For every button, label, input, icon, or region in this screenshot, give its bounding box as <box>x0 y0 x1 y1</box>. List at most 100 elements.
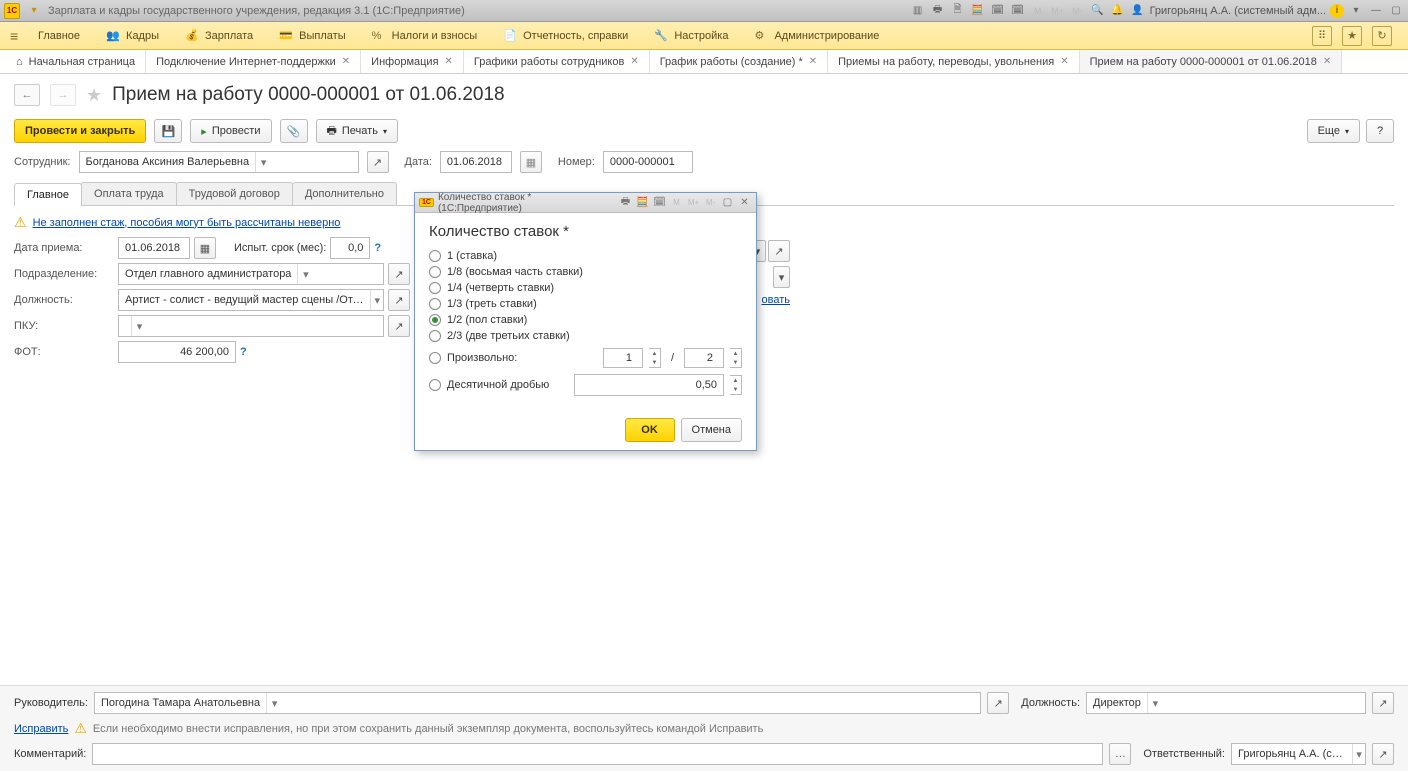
rate-option-decimal[interactable]: Десятичной дробью 0,50 ▲▼ <box>429 374 742 396</box>
comment-expand-button[interactable]: … <box>1109 743 1131 765</box>
modal-tool-mplus[interactable]: M+ <box>686 195 701 210</box>
toolbar-icon-4[interactable]: 🧮 <box>970 3 986 19</box>
memory-m[interactable]: M <box>1030 3 1046 19</box>
chevron-down-icon[interactable]: ▾ <box>297 264 313 284</box>
rate-option-1-4[interactable]: 1/4 (четверть ставки) <box>429 282 742 294</box>
comment-field[interactable] <box>92 743 1103 765</box>
menu-item-kadr[interactable]: 👥Кадры <box>94 25 171 46</box>
responsible-field[interactable]: Григорьянц А.А. (системн...▾ <box>1231 743 1366 765</box>
tab-home[interactable]: ⌂Начальная страница <box>6 50 146 73</box>
close-icon[interactable]: ✕ <box>342 56 350 67</box>
tab-internet[interactable]: Подключение Интернет-поддержки✕ <box>146 50 361 73</box>
chevron-down-icon[interactable]: ▾ <box>1147 693 1163 713</box>
custom-denominator-field[interactable]: 2 <box>684 348 724 368</box>
chevron-down-icon[interactable]: ▾ <box>370 290 383 310</box>
chevron-down-icon[interactable]: ▾ <box>131 316 147 336</box>
close-icon[interactable]: ✕ <box>1323 56 1331 67</box>
menu-item-reports[interactable]: 📄Отчетность, справки <box>491 25 640 46</box>
fposition-field[interactable]: Директор▾ <box>1086 692 1366 714</box>
subtab-extra[interactable]: Дополнительно <box>292 182 397 205</box>
manager-field[interactable]: Погодина Тамара Анатольевна▾ <box>94 692 981 714</box>
numerator-spinner[interactable]: ▲▼ <box>649 348 661 368</box>
more-button[interactable]: Еще▾ <box>1307 119 1360 143</box>
menu-item-admin[interactable]: ⚙Администрирование <box>742 25 891 46</box>
close-icon[interactable]: ✕ <box>809 56 817 67</box>
employee-open-button[interactable]: ↗ <box>367 151 389 173</box>
rate-option-1-3[interactable]: 1/3 (треть ставки) <box>429 298 742 310</box>
save-button[interactable]: 💾 <box>154 119 182 143</box>
rate-option-2-3[interactable]: 2/3 (две третьих ставки) <box>429 330 742 342</box>
user-name[interactable]: Григорьянц А.А. (системный адм... <box>1150 5 1326 17</box>
burger-icon[interactable]: ≡ <box>10 28 24 44</box>
print-button[interactable]: 🖶Печать▾ <box>316 119 398 143</box>
rate-option-1[interactable]: 1 (ставка) <box>429 250 742 262</box>
menu-item-payments[interactable]: 💳Выплаты <box>267 25 357 46</box>
app-grid-icon[interactable]: ⠿ <box>1312 26 1332 46</box>
modal-ok-button[interactable]: OK <box>625 418 675 442</box>
help-icon[interactable]: ? <box>240 346 247 358</box>
memory-mplus[interactable]: M+ <box>1050 3 1066 19</box>
fposition-open-button[interactable]: ↗ <box>1372 692 1394 714</box>
decimal-spinner[interactable]: ▲▼ <box>730 375 742 395</box>
close-icon[interactable]: ✕ <box>1060 56 1068 67</box>
right-dropdown-button-2[interactable]: ▾ <box>773 266 790 288</box>
help-icon[interactable]: ? <box>374 242 381 254</box>
nav-back-button[interactable]: ← <box>14 84 40 106</box>
modal-tool-m[interactable]: M <box>669 195 684 210</box>
star-icon[interactable]: ★ <box>1342 26 1362 46</box>
chevron-down-icon[interactable]: ▾ <box>266 693 282 713</box>
dropdown-icon[interactable]: ▾ <box>26 3 42 19</box>
tab-schedules[interactable]: Графики работы сотрудников✕ <box>464 50 650 73</box>
min-dash-icon[interactable]: ▾ <box>1348 3 1364 19</box>
custom-numerator-field[interactable]: 1 <box>603 348 643 368</box>
trial-field[interactable]: 0,0 <box>330 237 370 259</box>
position-open-button[interactable]: ↗ <box>388 289 410 311</box>
modal-tool-mminus[interactable]: M- <box>703 195 718 210</box>
subtab-pay[interactable]: Оплата труда <box>81 182 177 205</box>
responsible-open-button[interactable]: ↗ <box>1372 743 1394 765</box>
history-icon[interactable]: ↻ <box>1372 26 1392 46</box>
modal-maximize-icon[interactable]: ▢ <box>720 195 735 210</box>
warning-link[interactable]: Не заполнен стаж, пособия могут быть рас… <box>33 217 341 229</box>
tab-schedule-new[interactable]: График работы (создание) *✕ <box>650 50 828 73</box>
minimize-icon[interactable]: — <box>1368 3 1384 19</box>
modal-cancel-button[interactable]: Отмена <box>681 418 742 442</box>
subtab-main[interactable]: Главное <box>14 183 82 206</box>
post-and-close-button[interactable]: Провести и закрыть <box>14 119 146 143</box>
pku-open-button[interactable]: ↗ <box>388 315 410 337</box>
modal-tool-cal-icon[interactable]: 🗓 <box>652 195 667 210</box>
number-field[interactable]: 0000-000001 <box>603 151 693 173</box>
rate-option-1-8[interactable]: 1/8 (восьмая часть ставки) <box>429 266 742 278</box>
toolbar-icon-2[interactable]: 🖶 <box>930 3 946 19</box>
toolbar-icon-3[interactable]: 🗎 <box>950 3 966 19</box>
fot-field[interactable]: 46 200,00 <box>118 341 236 363</box>
attach-button[interactable]: 📎 <box>280 119 308 143</box>
calendar-button[interactable]: ▦ <box>520 151 542 173</box>
close-icon[interactable]: ✕ <box>630 56 638 67</box>
tab-info[interactable]: Информация✕ <box>361 50 464 73</box>
right-open-button[interactable]: ↗ <box>768 240 790 262</box>
memory-mminus[interactable]: M- <box>1070 3 1086 19</box>
toolbar-icon-1[interactable]: ▥ <box>910 3 926 19</box>
subtab-contract[interactable]: Трудовой договор <box>176 182 293 205</box>
rate-option-1-2[interactable]: 1/2 (пол ставки) <box>429 314 742 326</box>
menu-item-settings[interactable]: 🔧Настройка <box>642 25 740 46</box>
manager-open-button[interactable]: ↗ <box>987 692 1009 714</box>
decimal-field[interactable]: 0,50 <box>574 374 724 396</box>
bell-icon[interactable]: 🔔 <box>1110 3 1126 19</box>
pku-field[interactable]: ▾ <box>118 315 384 337</box>
rate-option-custom[interactable]: Произвольно: 1 ▲▼ / 2 ▲▼ <box>429 348 742 368</box>
date-field[interactable]: 01.06.2018 <box>440 151 512 173</box>
calendar-button[interactable]: ▦ <box>194 237 216 259</box>
right-link[interactable]: овать <box>762 294 790 306</box>
department-field[interactable]: Отдел главного администратора▾ <box>118 263 384 285</box>
modal-tool-calc-icon[interactable]: 🧮 <box>635 195 650 210</box>
position-field[interactable]: Артист - солист - ведущий мастер сцены /… <box>118 289 384 311</box>
chevron-down-icon[interactable]: ▾ <box>255 152 271 172</box>
toolbar-icon-6[interactable]: 🗓 <box>1010 3 1026 19</box>
help-button[interactable]: ? <box>1366 119 1394 143</box>
menu-item-taxes[interactable]: %Налоги и взносы <box>360 26 490 46</box>
chevron-down-icon[interactable]: ▾ <box>1352 744 1365 764</box>
tab-hires[interactable]: Приемы на работу, переводы, увольнения✕ <box>828 50 1080 73</box>
accept-date-field[interactable]: 01.06.2018 <box>118 237 190 259</box>
